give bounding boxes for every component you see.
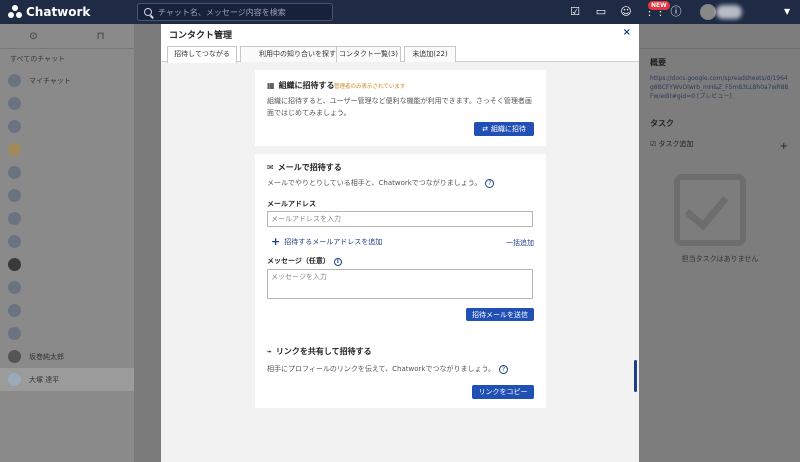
mail-icon: ✉ (267, 163, 274, 172)
brand-name: Chatwork (26, 5, 91, 19)
link-invite-text: 相手にプロフィールのリンクを伝えて、Chatworkでつながりましょう。? (267, 363, 537, 375)
link-icon: ⌁ (267, 347, 272, 356)
user-name-blurred (716, 5, 742, 19)
room-item[interactable] (0, 276, 134, 299)
right-panel: 概要 https://docs.google.com/spreadsheets/… (640, 24, 800, 462)
help-icon[interactable]: ? (485, 178, 495, 188)
tab-contact-list[interactable]: コンタクト一覧(3) (336, 46, 401, 62)
info-icon[interactable]: i (333, 258, 342, 266)
room-item[interactable] (0, 92, 134, 115)
send-invite-mail-button[interactable]: 招待メールを送信 (466, 308, 534, 321)
admin-only-note: 管理者のみ表示されています (334, 84, 406, 90)
copy-link-button[interactable]: リンクをコピー (472, 385, 534, 399)
room-item[interactable] (0, 138, 134, 161)
chat-area-dimmed (134, 24, 160, 462)
mail-invite-card: ✉ メールで招待する メールでやりとりしている相手と、Chatworkでつながり… (255, 154, 546, 352)
link-invite-title: ⌁ リンクを共有して招待する (267, 347, 372, 356)
task-add-button[interactable]: ☑ タスク追加 (650, 139, 790, 153)
bulk-add-button[interactable]: 一括追加 (506, 238, 534, 248)
chatwork-logo-icon (8, 5, 22, 19)
contact-management-dialog: コンタクト管理 × 招待してつながる 利用中の知り合いを探す コンタクト一覧(3… (161, 24, 639, 462)
add-email-button[interactable]: + 招待するメールアドレスを追加 (271, 235, 382, 248)
no-tasks-text: 担当タスクはありません (681, 255, 759, 263)
link-icon: ⇄ (482, 125, 488, 133)
contact-icon[interactable]: ☺ (619, 5, 633, 19)
plus-icon: + (271, 235, 281, 248)
room-item[interactable] (0, 322, 134, 345)
room-avatar (8, 74, 21, 87)
empty-task-check-icon (674, 174, 746, 246)
new-badge: NEW (648, 1, 670, 10)
folder-icon[interactable]: ▭ (594, 5, 608, 19)
overview-title: 概要 (650, 58, 666, 67)
task-title: タスク (650, 119, 674, 128)
user-avatar[interactable] (700, 4, 716, 20)
invite-to-org-button[interactable]: ⇄ 組織に招待 (474, 122, 534, 136)
org-invite-text: 組織に招待すると、ユーザー管理など便利な機能が利用できます。さっそく管理者画面で… (267, 97, 532, 117)
help-icon[interactable]: ? (499, 364, 509, 374)
search-placeholder: チャット名、メッセージ内容を検索 (158, 7, 286, 17)
bookmark-tab-icon[interactable]: ⊓ (67, 24, 134, 48)
close-icon[interactable]: × (623, 27, 631, 38)
add-task-plus-icon[interactable]: + (780, 141, 788, 152)
search-input[interactable]: チャット名、メッセージ内容を検索 (137, 3, 333, 21)
chat-tab-icon[interactable]: ⊙ (0, 24, 67, 48)
message-label: メッセージ（任意） i (267, 256, 342, 266)
room-item[interactable]: マイチャット (0, 69, 134, 92)
building-icon: ▦ (267, 81, 275, 90)
email-field[interactable]: メールアドレスを入力 (267, 211, 533, 227)
mail-invite-text: メールでやりとりしている相手と、Chatworkでつながりましょう。? (267, 177, 537, 189)
org-invite-title: ▦ 組織に招待する (267, 81, 335, 90)
task-icon[interactable]: ☑ (568, 5, 582, 19)
search-icon (144, 8, 152, 16)
dialog-tabs: 招待してつながる 利用中の知り合いを探す コンタクト一覧(3) 未追加(22) (161, 44, 639, 63)
room-item[interactable] (0, 161, 134, 184)
room-item[interactable] (0, 299, 134, 322)
dialog-title: コンタクト管理 (169, 31, 233, 41)
room-item[interactable]: 坂巻純太郎 (0, 345, 134, 368)
link-invite-card: ⌁ リンクを共有して招待する 相手にプロフィールのリンクを伝えて、Chatwor… (255, 338, 546, 408)
chatwork-logo[interactable]: Chatwork (8, 4, 90, 20)
room-item[interactable] (0, 253, 134, 276)
room-item[interactable]: 大塚 達平 (0, 368, 134, 391)
org-invite-card: ▦ 組織に招待する 管理者のみ表示されています 組織に招待すると、ユーザー管理な… (255, 70, 546, 146)
info-icon[interactable]: ⓘ (669, 5, 683, 19)
room-item[interactable] (0, 207, 134, 230)
tab-not-added[interactable]: 未追加(22) (404, 46, 456, 62)
mail-invite-title: ✉ メールで招待する (267, 163, 342, 172)
room-item[interactable] (0, 184, 134, 207)
tab-invite[interactable]: 招待してつながる (167, 46, 237, 63)
dialog-scrollbar[interactable] (634, 360, 637, 392)
message-textarea[interactable]: メッセージを入力 (267, 269, 533, 299)
room-item[interactable] (0, 115, 134, 138)
email-label: メールアドレス (267, 200, 316, 208)
all-chats-filter[interactable]: すべてのチャット (0, 49, 134, 69)
top-header: Chatwork チャット名、メッセージ内容を検索 ☑ ▭ ☺ ⋮⋮ NEW ⓘ… (0, 0, 800, 24)
chevron-down-icon[interactable]: ▼ (784, 7, 790, 16)
overview-text: https://docs.google.com/spreadsheets/d/1… (650, 75, 789, 100)
chat-sidebar: ⊙ ⊓ すべてのチャット マイチャット 坂巻純太郎 大塚 達平 (0, 24, 134, 462)
room-item[interactable] (0, 230, 134, 253)
